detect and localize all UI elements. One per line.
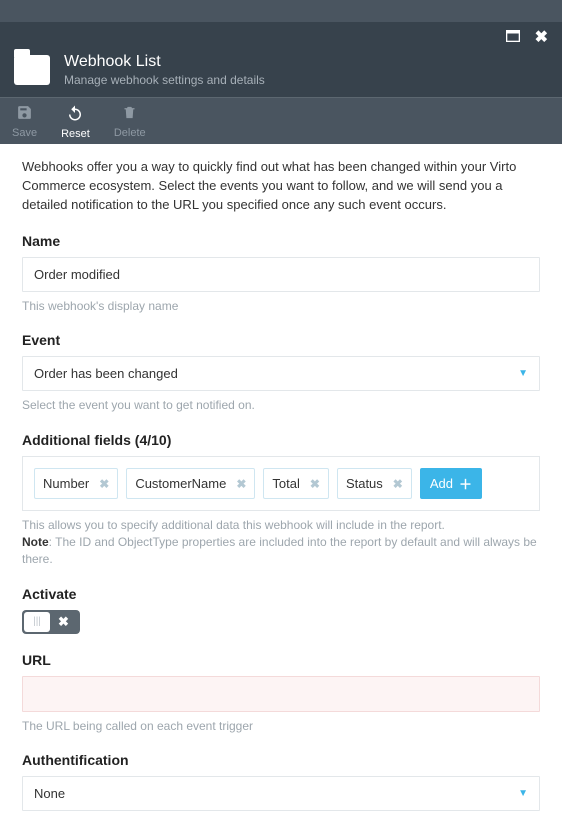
add-button[interactable]: Add＋: [420, 468, 482, 499]
event-label: Event: [22, 332, 540, 348]
tag-item[interactable]: Number✖: [34, 468, 118, 499]
name-helper: This webhook's display name: [22, 298, 540, 315]
folder-icon: [14, 55, 50, 85]
top-bar: [0, 0, 562, 22]
close-icon[interactable]: ✖: [535, 29, 548, 46]
event-select[interactable]: Order has been changed ▼: [22, 356, 540, 391]
activate-label: Activate: [22, 586, 540, 602]
auth-label: Authentification: [22, 752, 540, 768]
url-helper: The URL being called on each event trigg…: [22, 718, 540, 735]
activate-toggle[interactable]: ||| ✖: [22, 610, 80, 634]
reset-button[interactable]: Reset: [49, 98, 102, 144]
intro-text: Webhooks offer you a way to quickly find…: [22, 158, 540, 215]
save-button[interactable]: Save: [0, 98, 49, 144]
name-label: Name: [22, 233, 540, 249]
chevron-down-icon: ▼: [518, 788, 528, 799]
maximize-icon[interactable]: [506, 29, 524, 46]
delete-button[interactable]: Delete: [102, 98, 158, 144]
tag-remove-icon[interactable]: ✖: [310, 477, 320, 491]
tag-item[interactable]: CustomerName✖: [126, 468, 255, 499]
trash-icon: [114, 104, 146, 126]
plus-icon: ＋: [459, 474, 472, 493]
tag-remove-icon[interactable]: ✖: [236, 477, 246, 491]
event-helper: Select the event you want to get notifie…: [22, 397, 540, 414]
toolbar: Save Reset Delete: [0, 97, 562, 144]
tag-remove-icon[interactable]: ✖: [393, 477, 403, 491]
event-value: Order has been changed: [34, 366, 178, 381]
content-area: Webhooks offer you a way to quickly find…: [0, 144, 562, 825]
tag-item[interactable]: Status✖: [337, 468, 412, 499]
additional-label: Additional fields (4/10): [22, 432, 540, 448]
undo-icon: [61, 104, 90, 127]
tags-container: Number✖ CustomerName✖ Total✖ Status✖ Add…: [22, 456, 540, 511]
tag-remove-icon[interactable]: ✖: [99, 477, 109, 491]
page-title: Webhook List: [64, 53, 265, 71]
auth-value: None: [34, 786, 65, 801]
url-input[interactable]: [22, 676, 540, 712]
toggle-off-icon: ✖: [58, 614, 69, 630]
url-label: URL: [22, 652, 540, 668]
toggle-knob: |||: [24, 612, 50, 632]
tag-item[interactable]: Total✖: [263, 468, 329, 499]
page-subtitle: Manage webhook settings and details: [64, 73, 265, 87]
name-input[interactable]: [22, 257, 540, 292]
auth-select[interactable]: None ▼: [22, 776, 540, 811]
blade-header: ✖ Webhook List Manage webhook settings a…: [0, 22, 562, 97]
chevron-down-icon: ▼: [518, 368, 528, 379]
save-icon: [12, 104, 37, 126]
additional-helper: This allows you to specify additional da…: [22, 517, 540, 567]
